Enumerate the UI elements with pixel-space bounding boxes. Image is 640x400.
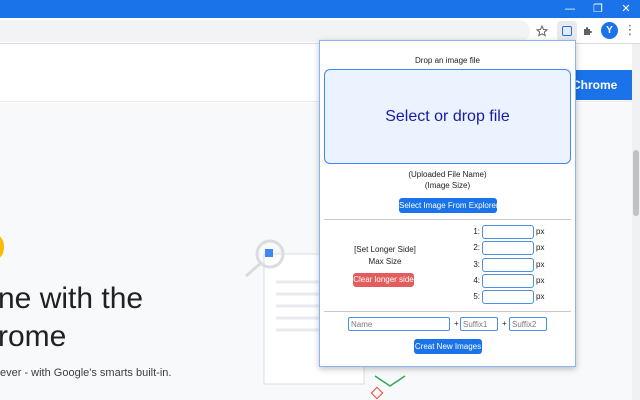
page-scrollbar[interactable]: [632, 44, 640, 400]
size-label: 5:: [473, 292, 480, 301]
size-input-3[interactable]: [482, 258, 534, 272]
create-new-images-button[interactable]: Creat New Images: [414, 339, 482, 354]
size-input-4[interactable]: [482, 274, 534, 288]
image-resizer-popup: Drop an image file Select or drop file (…: [319, 40, 576, 367]
more-menu-icon[interactable]: ⋮: [620, 21, 640, 41]
hero-subtitle: ever - with Google's smarts built-in.: [0, 367, 172, 379]
maximize-button[interactable]: ❐: [584, 0, 612, 18]
minimize-button[interactable]: —: [556, 0, 584, 18]
uploaded-file-name: (Uploaded File Name): [408, 170, 487, 179]
image-resizer-extension-icon[interactable]: [557, 21, 577, 41]
px-unit: px: [536, 260, 545, 269]
extension-box-icon: [562, 26, 572, 36]
bookmark-star-icon[interactable]: [532, 21, 552, 41]
plus-sign: +: [502, 319, 507, 328]
image-size-text: (Image Size): [424, 181, 471, 190]
max-size-label: Max Size: [368, 257, 402, 266]
suffix1-input[interactable]: [460, 317, 498, 331]
suffix2-input[interactable]: [509, 317, 547, 331]
drop-zone-label: Select or drop file: [385, 107, 510, 125]
divider: [324, 219, 571, 220]
hero-headline-line2: rome: [0, 320, 67, 353]
scrollbar-thumb[interactable]: [633, 150, 639, 216]
divider: [324, 311, 571, 312]
size-input-2[interactable]: [482, 241, 534, 255]
size-label: 3:: [473, 260, 480, 269]
select-image-button[interactable]: Select Image From Explorer: [399, 198, 499, 213]
plus-sign: +: [454, 319, 459, 328]
size-input-5[interactable]: [482, 290, 534, 304]
size-label: 4:: [473, 276, 480, 285]
size-input-1[interactable]: [482, 225, 534, 239]
title-bar: — ❐ ✕: [0, 0, 640, 18]
set-longer-side-label: [Set Longer Side]: [354, 245, 416, 254]
browser-window: — ❐ ✕ Y ⋮ Chrome ne with the rome ever -…: [0, 0, 640, 400]
clear-longer-side-button[interactable]: Clear longer side: [353, 273, 414, 287]
px-unit: px: [536, 292, 545, 301]
file-drop-zone[interactable]: Select or drop file: [324, 69, 571, 164]
popup-title: Drop an image file: [415, 56, 480, 65]
close-window-button[interactable]: ✕: [612, 0, 640, 18]
px-unit: px: [536, 227, 545, 236]
px-unit: px: [536, 276, 545, 285]
address-bar[interactable]: [0, 20, 530, 42]
name-input[interactable]: [348, 317, 450, 331]
size-label: 1:: [473, 227, 480, 236]
extensions-puzzle-icon[interactable]: [578, 21, 598, 41]
size-label: 2:: [473, 243, 480, 252]
profile-avatar[interactable]: Y: [601, 22, 618, 39]
hero-headline-line1: ne with the: [0, 282, 144, 315]
px-unit: px: [536, 243, 545, 252]
